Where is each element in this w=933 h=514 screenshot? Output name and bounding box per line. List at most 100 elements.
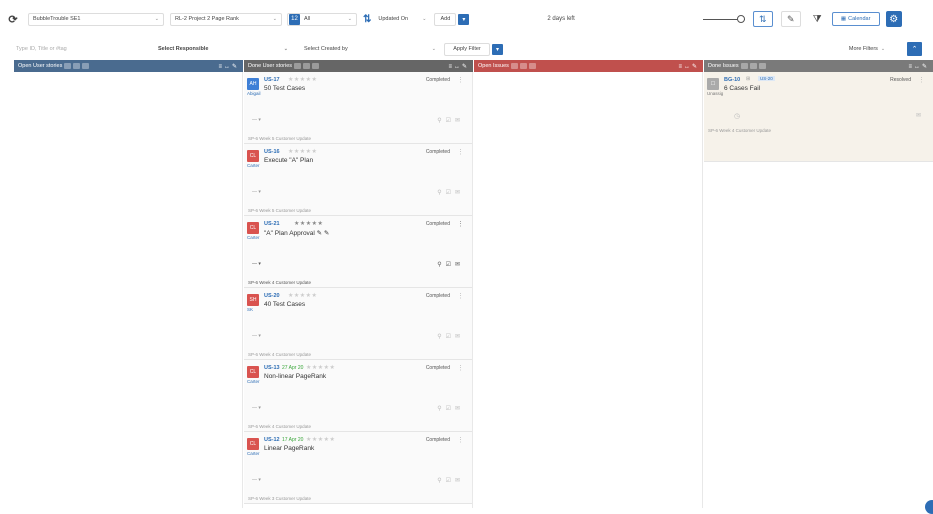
card-id[interactable]: US-16: [264, 149, 280, 155]
card-title[interactable]: 6 Cases Fail: [724, 85, 760, 92]
board-view-icon[interactable]: ⇅: [752, 11, 773, 27]
refresh-icon[interactable]: ⟳: [6, 12, 20, 26]
column-tool-icon[interactable]: [528, 63, 536, 69]
priority-select[interactable]: — ▾: [252, 189, 261, 195]
priority-select[interactable]: — ▾: [252, 405, 261, 411]
more-filters-button[interactable]: More Filters ⌄: [835, 42, 899, 56]
card-actions-icons[interactable]: ⚲☑✉: [437, 189, 464, 196]
calendar-label: Calendar: [848, 16, 871, 22]
add-button-label: Add: [440, 16, 451, 22]
zoom-slider[interactable]: [702, 15, 745, 23]
column-tool-icon[interactable]: [749, 63, 757, 69]
add-button[interactable]: Add: [434, 12, 457, 26]
card-title[interactable]: Non-linear PageRank: [264, 373, 326, 380]
card-owner[interactable]: Carter: [247, 451, 260, 456]
column-actions-icon[interactable]: ≡↔✎: [218, 63, 239, 70]
column-tool-icon[interactable]: [82, 63, 90, 69]
card-owner[interactable]: Carter: [247, 163, 260, 168]
card-owner[interactable]: SK: [247, 307, 253, 312]
settings-icon[interactable]: ⚙: [885, 11, 902, 27]
card-owner[interactable]: Carter: [247, 379, 260, 384]
column-tool-icon[interactable]: [519, 63, 527, 69]
priority-select[interactable]: — ▾: [252, 333, 261, 339]
column-tool-icon[interactable]: [510, 63, 518, 69]
responsible-select[interactable]: Select Responsible ⌄: [154, 42, 292, 56]
column-tool-icon[interactable]: [303, 63, 311, 69]
column-tool-icon[interactable]: [758, 63, 766, 69]
rating-stars[interactable]: ★★★★★: [294, 220, 323, 227]
card-id[interactable]: US-12: [264, 437, 280, 443]
card-title[interactable]: Execute "A" Plan: [264, 157, 313, 164]
card-id[interactable]: US-21: [264, 221, 280, 227]
column-tool-icon[interactable]: [294, 63, 302, 69]
card-title[interactable]: Linear PageRank: [264, 445, 314, 452]
chat-widget-icon[interactable]: [925, 500, 933, 514]
card-id[interactable]: US-13: [264, 365, 280, 371]
column-tool-icon[interactable]: [740, 63, 748, 69]
column-tool-icon[interactable]: [312, 63, 320, 69]
card-actions-icons[interactable]: ⚲☑✉: [437, 333, 464, 340]
rating-stars[interactable]: ★★★★★: [306, 436, 335, 443]
card-status: Completed: [425, 77, 450, 83]
card-actions-icons[interactable]: ⚲☑✉: [437, 477, 464, 484]
search-input[interactable]: Type ID, Title or #tag: [6, 43, 146, 55]
release-select[interactable]: RL-2 Project 2 Page Rank ⌄: [170, 12, 282, 26]
story-card[interactable]: CL Carter US-13 27 Apr 20 ★★★★★ Non-line…: [244, 360, 472, 432]
card-id[interactable]: BG-10: [724, 77, 740, 83]
story-card[interactable]: CL Carter US-12 17 Apr 20 ★★★★★ Linear P…: [244, 432, 472, 504]
more-menu-icon[interactable]: ⋮: [457, 292, 464, 300]
apply-filter-dropdown-icon[interactable]: ▾: [492, 43, 503, 55]
card-title[interactable]: 40 Test Cases: [264, 301, 305, 308]
more-menu-icon[interactable]: ⋮: [457, 148, 464, 156]
more-menu-icon[interactable]: ⋮: [457, 364, 464, 372]
filter-select[interactable]: 12 All ⌄: [287, 12, 357, 26]
story-card[interactable]: SH SK US-20 ★★★★★ 40 Test Cases Complete…: [244, 288, 472, 360]
story-card[interactable]: AH Abigail US-17 ★★★★★ 50 Test Cases Com…: [244, 72, 472, 144]
card-actions-icons[interactable]: ⚲☑✉: [437, 261, 464, 268]
filter-icon[interactable]: ⧩: [813, 14, 822, 25]
link-icon[interactable]: ✎: [780, 11, 801, 27]
card-actions-icons[interactable]: ⚲☑✉: [437, 117, 464, 124]
card-id[interactable]: US-17: [264, 77, 280, 83]
apply-filter-button[interactable]: Apply Filter: [444, 42, 490, 56]
card-owner[interactable]: Carter: [247, 235, 260, 240]
card-owner[interactable]: Abigail: [247, 91, 261, 96]
card-sprint: SP-6 Week 4 Customer Update: [248, 280, 311, 285]
card-id[interactable]: US-20: [264, 293, 280, 299]
comment-icon[interactable]: ✉: [916, 112, 925, 119]
calendar-button[interactable]: ▦ Calendar: [831, 12, 880, 26]
story-card[interactable]: CL Carter US-16 ★★★★★ Execute "A" Plan C…: [244, 144, 472, 216]
rating-stars[interactable]: ★★★★★: [288, 76, 317, 83]
collapse-icon[interactable]: ⌃: [907, 42, 922, 56]
slider-knob[interactable]: [736, 15, 745, 23]
created-by-select[interactable]: Select Created by ⌄: [300, 42, 440, 56]
rating-stars[interactable]: ★★★★★: [288, 148, 317, 155]
story-card[interactable]: CL Carter US-21 ★★★★★ "A" Plan Approval …: [244, 216, 472, 288]
priority-select[interactable]: — ▾: [252, 477, 261, 483]
card-title[interactable]: 50 Test Cases: [264, 85, 305, 92]
column-tool-icon[interactable]: [73, 63, 81, 69]
column-actions-icon[interactable]: ≡↔✎: [908, 63, 929, 70]
project-select[interactable]: BubbleTrouble SE1 ⌄: [28, 12, 164, 26]
sort-icon[interactable]: ⇅: [363, 14, 371, 25]
card-owner[interactable]: Unassig: [707, 91, 723, 96]
column-tool-icon[interactable]: [64, 63, 72, 69]
card-title[interactable]: "A" Plan Approval ✎ ✎: [264, 229, 329, 237]
rating-stars[interactable]: ★★★★★: [288, 292, 317, 299]
rating-stars[interactable]: ★★★★★: [306, 364, 335, 371]
more-filters-label: More Filters: [848, 46, 878, 52]
issue-card[interactable]: ☐ Unassig BG-10 ⊞ US-20 6 Cases Fail Res…: [704, 72, 933, 162]
more-menu-icon[interactable]: ⋮: [918, 76, 925, 84]
more-menu-icon[interactable]: ⋮: [457, 220, 464, 228]
priority-select[interactable]: — ▾: [252, 261, 261, 267]
more-menu-icon[interactable]: ⋮: [457, 76, 464, 84]
link-icon[interactable]: ⊞: [746, 76, 750, 82]
priority-select[interactable]: — ▾: [252, 117, 261, 123]
column-actions-icon[interactable]: ≡↔✎: [448, 63, 469, 70]
more-menu-icon[interactable]: ⋮: [457, 436, 464, 444]
add-dropdown-icon[interactable]: ▾: [458, 13, 470, 25]
card-actions-icons[interactable]: ⚲☑✉: [437, 405, 464, 412]
linked-story-tag[interactable]: US-20: [758, 76, 775, 81]
sort-select[interactable]: Updated On ⌄: [374, 12, 431, 26]
column-actions-icon[interactable]: ≡↔✎: [678, 63, 699, 70]
